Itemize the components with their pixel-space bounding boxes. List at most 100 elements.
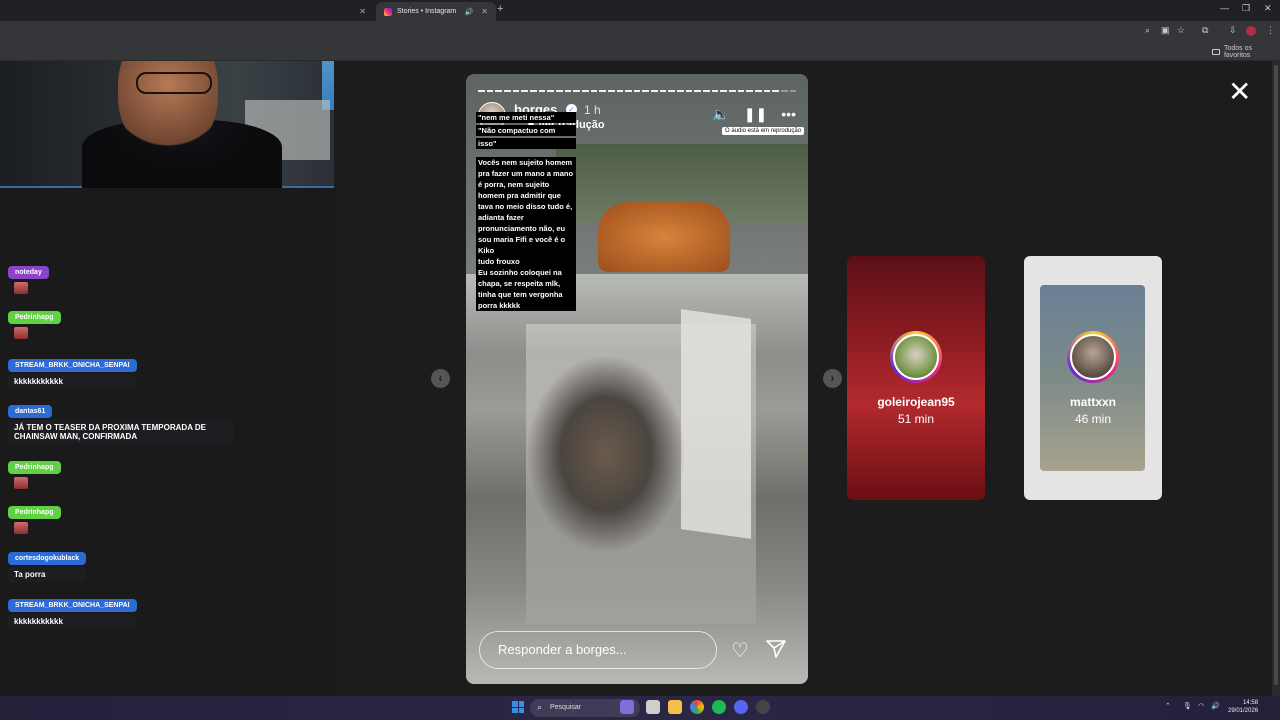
zoom-icon[interactable]: ⌕ bbox=[1145, 25, 1150, 36]
chat-text: Ta porra bbox=[8, 567, 87, 582]
caption-line: Vocês nem sujeito homem bbox=[476, 157, 576, 168]
caption-line: tava no meio disso tudo é, bbox=[476, 201, 576, 212]
tab-instagram-stories[interactable]: Stories • Instagram 🔊 ✕ bbox=[376, 2, 496, 21]
side-story-avatar bbox=[893, 334, 939, 380]
chat-message: cortesdogokublack Ta porra bbox=[8, 547, 87, 582]
like-heart-icon[interactable]: ♡ bbox=[731, 638, 749, 663]
profile-avatar[interactable] bbox=[1246, 26, 1256, 36]
caption-line: sou maria Fifi e você é o bbox=[476, 234, 576, 245]
tab-previous[interactable]: ✕ bbox=[334, 2, 374, 21]
chat-username: Pedrinhapg bbox=[8, 506, 61, 519]
chrome-icon[interactable] bbox=[690, 700, 704, 714]
scrollbar-thumb[interactable] bbox=[1274, 65, 1278, 685]
discord-icon[interactable] bbox=[734, 700, 748, 714]
file-explorer-icon[interactable] bbox=[668, 700, 682, 714]
chat-username: noteday bbox=[8, 266, 49, 279]
chat-message: STREAM_BRKK_ONICHA_SENPAI kkkkkkkkkkk bbox=[8, 354, 137, 389]
story-progress-bar bbox=[478, 90, 797, 92]
send-icon[interactable] bbox=[766, 640, 786, 663]
chat-emote-icon bbox=[14, 282, 28, 294]
chat-message: STREAM_BRKK_ONICHA_SENPAI kkkkkkkkkkk bbox=[8, 594, 137, 629]
caption-line: homem pra admitir que bbox=[476, 190, 576, 201]
taskbar: ⌕ Pesquisar ⌃ 🎙 ◠ 🔊 14:58 29/01/2026 bbox=[0, 696, 1280, 720]
chat-message: Pedrinhapg bbox=[8, 501, 61, 534]
side-story-time: 46 min bbox=[1074, 412, 1112, 426]
next-story-button[interactable]: › bbox=[823, 369, 842, 388]
pause-icon[interactable]: ❚❚ bbox=[744, 106, 767, 123]
close-viewer-icon[interactable]: ✕ bbox=[1228, 78, 1251, 106]
caption-line: tudo frouxo bbox=[476, 256, 576, 267]
task-view-icon[interactable] bbox=[646, 700, 660, 714]
clock-time: 14:58 bbox=[1243, 700, 1259, 706]
caption-line: Kiko bbox=[476, 245, 576, 256]
caption-line: adianta fazer bbox=[476, 212, 576, 223]
maximize-icon[interactable]: ❐ bbox=[1242, 3, 1250, 14]
caption-line: Eu sozinho coloquei na bbox=[476, 267, 576, 278]
window-close-icon[interactable]: ✕ bbox=[1264, 3, 1272, 14]
car bbox=[598, 202, 730, 272]
scrollbar[interactable] bbox=[1272, 61, 1280, 696]
all-bookmarks-folder[interactable]: Todos os favoritos bbox=[1212, 45, 1280, 59]
chat-message: noteday bbox=[8, 261, 49, 294]
screen: ✕ Stories • Instagram 🔊 ✕ + — ❐ ✕ ⌕ ▣ ☆ … bbox=[0, 0, 1280, 720]
side-story-time: 51 min bbox=[897, 412, 935, 426]
side-story-username: goleirojean95 bbox=[877, 395, 955, 409]
chat-username: dantas61 bbox=[8, 405, 53, 418]
more-options-icon[interactable]: ••• bbox=[781, 106, 796, 123]
close-tab-icon[interactable]: ✕ bbox=[359, 7, 366, 16]
caption-line: chapa, se respeita mlk, bbox=[476, 278, 576, 289]
story-time: 1 h bbox=[584, 103, 601, 117]
chat-message: Pedrinhapg bbox=[8, 306, 61, 339]
bookmark-star-icon[interactable]: ☆ bbox=[1177, 25, 1185, 36]
new-tab-icon[interactable]: + bbox=[497, 3, 503, 15]
side-story-avatar-ring bbox=[1067, 331, 1119, 383]
chat-username: STREAM_BRKK_ONICHA_SENPAI bbox=[8, 599, 137, 612]
minimize-icon[interactable]: — bbox=[1220, 3, 1229, 13]
tray-chevron-icon[interactable]: ⌃ bbox=[1165, 702, 1171, 710]
taskbar-clock[interactable]: 14:58 29/01/2026 bbox=[1228, 699, 1258, 715]
audio-tooltip: O áudio está em reprodução bbox=[722, 127, 805, 135]
side-story-avatar-ring bbox=[890, 331, 942, 383]
caption-line: tinha que tem vergonha bbox=[476, 289, 576, 300]
microphone-icon[interactable]: 🎙 bbox=[1183, 702, 1192, 710]
side-story-username: mattxxn bbox=[1069, 395, 1116, 409]
speaker-icon[interactable]: 🔊 bbox=[465, 8, 474, 16]
volume-icon[interactable]: 🔊 bbox=[1211, 702, 1220, 710]
widgets-icon[interactable] bbox=[620, 700, 634, 714]
menu-icon[interactable]: ⋮ bbox=[1266, 25, 1275, 36]
instagram-favicon-icon bbox=[384, 7, 392, 16]
clock-date: 29/01/2026 bbox=[1228, 708, 1259, 714]
caption-line: pronunciamento não, eu bbox=[476, 223, 576, 234]
caption-line: "nem me meti nessa" bbox=[476, 112, 576, 123]
chat-text: kkkkkkkkkkk bbox=[8, 614, 137, 629]
downloads-icon[interactable]: ⇩ bbox=[1229, 25, 1237, 36]
side-story-card[interactable]: goleirojean95 51 min bbox=[847, 256, 985, 500]
caption-line: isso" bbox=[476, 138, 576, 149]
streamer-glasses bbox=[136, 72, 212, 94]
cast-icon[interactable]: ▣ bbox=[1161, 25, 1170, 36]
caption-line: "Não compactuo com bbox=[476, 125, 576, 136]
browser-toolbar: ⌕ ▣ ☆ ⧉ ⇩ ⋮ bbox=[0, 21, 1280, 41]
obs-icon[interactable] bbox=[756, 700, 770, 714]
story-controls: 🔈 ❚❚ ••• bbox=[712, 106, 796, 123]
close-tab-icon[interactable]: ✕ bbox=[481, 7, 488, 16]
story-captions: "nem me meti nessa" "Não compactuo com iss… bbox=[476, 112, 576, 311]
taskbar-search-label: Pesquisar bbox=[550, 704, 582, 711]
people bbox=[526, 354, 686, 554]
caption-line: porra kkkkk bbox=[476, 300, 576, 311]
side-story-card[interactable]: mattxxn 46 min bbox=[1024, 256, 1162, 500]
windows-start-icon[interactable] bbox=[512, 701, 524, 713]
folder-icon bbox=[1212, 49, 1220, 55]
door bbox=[681, 309, 751, 539]
audio-icon[interactable]: 🔈 bbox=[712, 106, 729, 123]
search-icon: ⌕ bbox=[537, 702, 543, 712]
wifi-icon[interactable]: ◠ bbox=[1198, 702, 1204, 710]
reply-input[interactable]: Responder a borges... bbox=[479, 631, 717, 669]
caption-line: é porra, nem sujeito bbox=[476, 179, 576, 190]
chat-message: dantas61 JÁ TEM O TEASER DA PROXIMA TEMPO… bbox=[8, 400, 234, 444]
previous-story-button[interactable]: ‹ bbox=[431, 369, 450, 388]
side-story-avatar bbox=[1070, 334, 1116, 380]
spotify-icon[interactable] bbox=[712, 700, 726, 714]
extensions-icon[interactable]: ⧉ bbox=[1202, 25, 1208, 36]
bookmarks-bar: Todos os favoritos bbox=[0, 41, 1280, 61]
